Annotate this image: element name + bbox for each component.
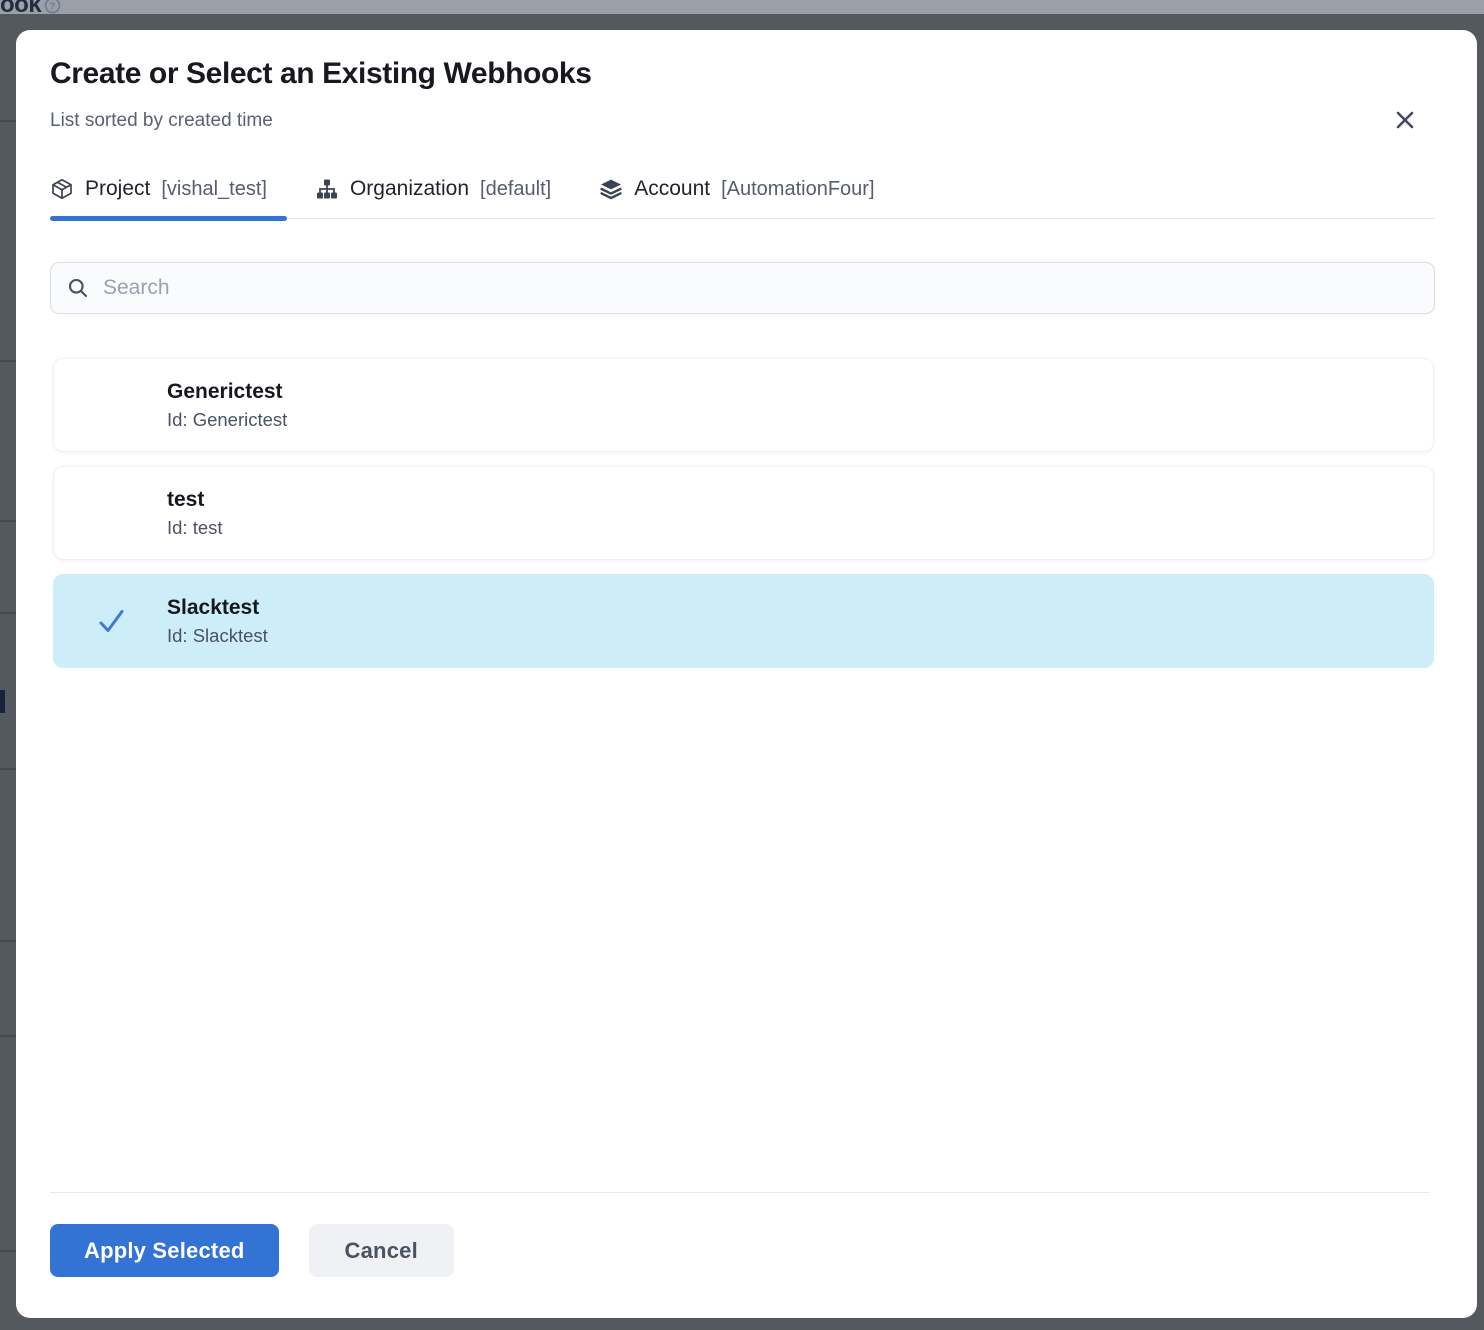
webhook-list: Generictest Id: Generictest test Id: tes… [50, 358, 1435, 668]
background-content-remnant [0, 612, 16, 614]
tab-context: [AutomationFour] [721, 178, 874, 201]
item-name: Slacktest [167, 596, 268, 619]
tab-account[interactable]: Account [AutomationFour] [599, 177, 884, 218]
tab-organization[interactable]: Organization [default] [315, 177, 561, 218]
close-icon [1391, 106, 1419, 134]
item-id: Id: Generictest [167, 409, 287, 430]
item-name: Generictest [167, 380, 287, 403]
background-content-remnant [0, 940, 16, 942]
cancel-button[interactable]: Cancel [309, 1224, 454, 1277]
tab-context: [default] [480, 178, 551, 201]
webhook-select-dialog: Create or Select an Existing Webhooks Li… [16, 30, 1477, 1318]
package-icon [50, 177, 74, 201]
apply-selected-button[interactable]: Apply Selected [50, 1224, 279, 1277]
tab-label: Project [85, 177, 150, 201]
webhook-item-slacktest[interactable]: Slacktest Id: Slacktest [53, 574, 1434, 668]
search-input[interactable] [103, 276, 1418, 300]
check-icon [94, 604, 128, 638]
background-page-header: ook ? [0, 0, 1484, 14]
scope-tabs: Project [vishal_test] Organization [defa… [50, 177, 1435, 219]
org-chart-icon [315, 177, 339, 201]
item-id: Id: Slacktest [167, 625, 268, 646]
dialog-footer: Apply Selected Cancel [50, 1192, 1429, 1277]
tab-project[interactable]: Project [vishal_test] [50, 177, 277, 218]
webhook-item-generictest[interactable]: Generictest Id: Generictest [53, 358, 1434, 452]
tab-label: Organization [350, 177, 469, 201]
item-id: Id: test [167, 517, 223, 538]
background-content-remnant [0, 360, 16, 362]
background-page-title-fragment: ook [0, 0, 41, 14]
background-content-remnant [0, 1250, 16, 1252]
search-box [50, 262, 1435, 314]
tab-context: [vishal_test] [161, 178, 267, 201]
search-icon [67, 277, 89, 299]
dialog-title: Create or Select an Existing Webhooks [50, 55, 1435, 93]
background-content-remnant [0, 120, 16, 122]
background-content-remnant [0, 520, 16, 522]
dialog-subtitle: List sorted by created time [50, 109, 1435, 133]
svg-text:?: ? [50, 1, 56, 11]
help-icon: ? [44, 0, 61, 14]
tab-label: Account [634, 177, 710, 201]
item-name: test [167, 488, 223, 511]
layers-icon [599, 177, 623, 201]
close-button[interactable] [1389, 104, 1421, 136]
webhook-item-test[interactable]: test Id: test [53, 466, 1434, 560]
background-content-remnant [0, 1035, 16, 1037]
background-content-remnant [0, 768, 16, 770]
background-content-remnant [0, 690, 5, 713]
